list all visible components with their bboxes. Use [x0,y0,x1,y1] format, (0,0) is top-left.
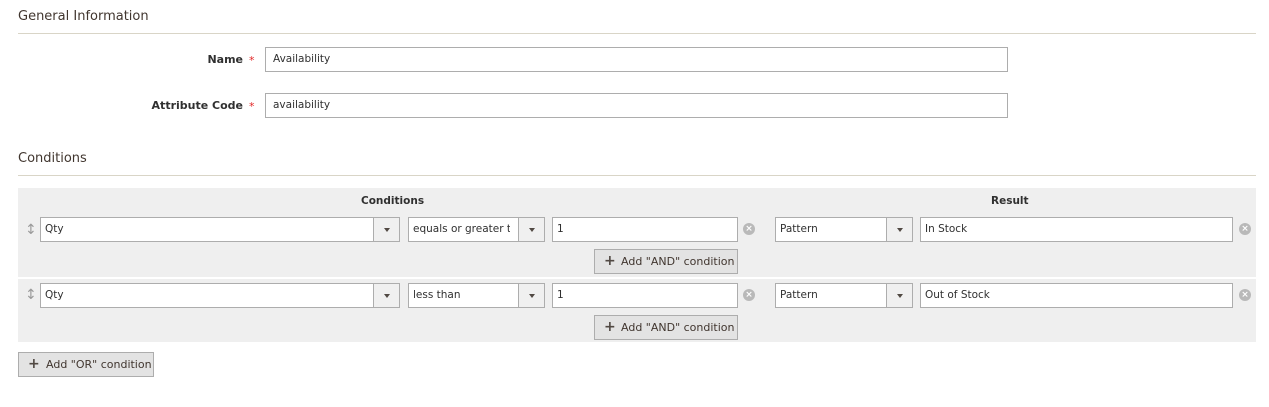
chevron-down-icon [886,284,912,307]
required-mark: * [249,54,255,67]
remove-circle-icon[interactable]: × [743,289,755,301]
result-value-input[interactable]: Out of Stock [920,283,1233,308]
operator-select[interactable]: less than [408,283,545,308]
chevron-down-icon [886,218,912,241]
result-type-select[interactable]: Pattern [775,217,913,242]
attribute-code-input[interactable]: availability [265,93,1008,118]
attribute-select-value: Qty [45,223,64,235]
plus-icon: + [604,253,616,269]
drag-handle-icon[interactable]: ↕ [25,222,37,238]
chevron-down-icon [373,284,399,307]
result-column-header: Result [991,195,1029,207]
result-type-select-value: Pattern [780,223,818,235]
conditions-title: Conditions [18,151,87,166]
section-divider [18,175,1256,176]
add-and-condition-label: Add "AND" condition [621,255,735,268]
chevron-down-icon [518,218,544,241]
general-information-title: General Information [18,9,149,24]
condition-value-input[interactable]: 1 [552,283,738,308]
condition-value-input[interactable]: 1 [552,217,738,242]
section-divider [18,33,1256,34]
attribute-select[interactable]: Qty [40,283,400,308]
row-divider [18,277,1256,279]
add-or-condition-label: Add "OR" condition [46,358,152,371]
add-or-condition-button[interactable]: + Add "OR" condition [18,352,154,377]
name-input[interactable]: Availability [265,47,1008,72]
plus-icon: + [28,356,40,372]
operator-select-value: equals or greater th [413,223,510,235]
remove-circle-icon[interactable]: × [1239,223,1251,235]
operator-select-value: less than [413,289,461,301]
remove-circle-icon[interactable]: × [1239,289,1251,301]
attribute-select-value: Qty [45,289,64,301]
chevron-down-icon [518,284,544,307]
add-and-condition-label: Add "AND" condition [621,321,735,334]
conditions-column-header: Conditions [361,195,425,207]
required-mark: * [249,100,255,113]
attribute-code-label: Attribute Code [151,99,243,112]
result-type-select[interactable]: Pattern [775,283,913,308]
drag-handle-icon[interactable]: ↕ [25,287,37,303]
operator-select[interactable]: equals or greater th [408,217,545,242]
result-type-select-value: Pattern [780,289,818,301]
add-and-condition-button[interactable]: + Add "AND" condition [594,249,738,274]
plus-icon: + [604,319,616,335]
remove-circle-icon[interactable]: × [743,223,755,235]
chevron-down-icon [373,218,399,241]
name-label: Name [207,53,243,66]
result-value-input[interactable]: In Stock [920,217,1233,242]
attribute-select[interactable]: Qty [40,217,400,242]
add-and-condition-button[interactable]: + Add "AND" condition [594,315,738,340]
